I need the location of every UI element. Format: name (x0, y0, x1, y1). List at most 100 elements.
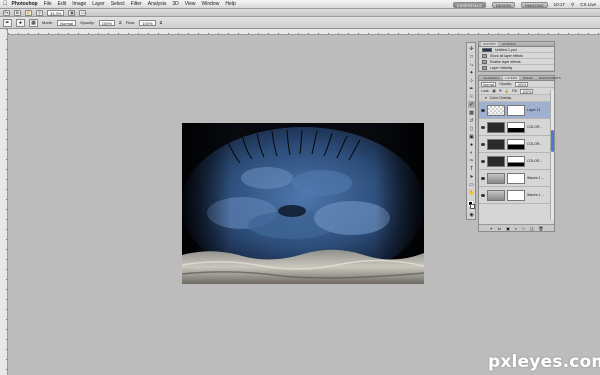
dodge-tool-icon[interactable]: ◐ (468, 149, 475, 156)
layers-scrollbar[interactable] (550, 90, 554, 220)
layer-row[interactable]: COLOR... (479, 119, 554, 136)
clone-stamp-tool-icon[interactable]: ▩ (468, 109, 475, 116)
link-layers-icon[interactable]: ⚭ (490, 226, 493, 231)
group-disclosure-icon[interactable]: ▾ (485, 96, 487, 100)
history-brush-tool-icon[interactable]: ↺ (468, 117, 475, 124)
apple-menu-icon[interactable]:  (3, 1, 8, 7)
move-tool-icon[interactable]: ✣ (468, 45, 475, 52)
new-group-icon[interactable]: □ (522, 226, 524, 231)
visibility-eye-icon[interactable] (481, 125, 485, 129)
opacity-label: Opacity: (80, 20, 95, 25)
zoom-view-icon[interactable]: ⚲ (36, 9, 43, 16)
layer-row[interactable]: Layer 11 (479, 102, 554, 119)
search-icon[interactable]: ⚲ (571, 2, 574, 8)
workspace-essentials-button[interactable]: ESSENTIALS (453, 1, 486, 8)
marquee-tool-icon[interactable]: □ (468, 53, 475, 60)
visibility-eye-icon[interactable] (481, 159, 485, 163)
lock-all-icon[interactable]: 🔒 (505, 89, 509, 93)
adjustment-layer-icon[interactable]: ◐ (515, 226, 517, 231)
brush-tool-icon[interactable]: ✐ (468, 101, 475, 108)
eyedropper-tool-icon[interactable]: ✒ (468, 85, 475, 92)
airbrush-icon[interactable]: ⧖ (160, 20, 163, 25)
layer-thumbnail (487, 155, 505, 167)
crop-tool-icon[interactable]: ⊹ (468, 77, 475, 84)
menu-file[interactable]: File (44, 1, 52, 7)
brush-size-icon[interactable]: ● (16, 18, 25, 27)
brush-tool-preset-icon[interactable]: ✒ (3, 18, 12, 27)
tab-layers[interactable]: LAYERS (503, 76, 519, 80)
quick-selection-tool-icon[interactable]: ✦ (468, 69, 475, 76)
quick-mask-icon[interactable]: ◉ (468, 211, 475, 218)
background-color-swatch[interactable] (470, 204, 475, 209)
menu-analysis[interactable]: Analysis (148, 1, 167, 7)
layer-row[interactable]: COLOR... (479, 153, 554, 170)
pen-tool-icon[interactable]: ✑ (468, 157, 475, 164)
fill-field[interactable]: 100% (520, 88, 534, 94)
zoom-level[interactable]: 33.3% (47, 9, 65, 16)
shape-tool-icon[interactable]: ▭ (468, 181, 475, 188)
menu-filter[interactable]: Filter (131, 1, 142, 7)
mode-select[interactable]: Normal (57, 19, 77, 26)
eraser-tool-icon[interactable]: ▯ (468, 125, 475, 132)
blur-tool-icon[interactable]: ● (468, 141, 475, 148)
menu-layer[interactable]: Layer (92, 1, 105, 7)
add-mask-icon[interactable]: ▣ (506, 226, 510, 231)
visibility-eye-icon[interactable] (481, 176, 485, 180)
pressure-opacity-icon[interactable]: ⧖ (119, 20, 122, 25)
menubar-right: ESSENTIALS DESIGN PAINTING 10:17 ⚲ CS Li… (453, 0, 596, 9)
menu-3d[interactable]: 3D (172, 1, 178, 7)
layer-row[interactable]: Waves 1 ... (479, 187, 554, 204)
menu-edit[interactable]: Edit (58, 1, 67, 7)
cs-live-button[interactable]: CS Live (580, 2, 596, 7)
layer-style-icon[interactable]: fx (498, 226, 501, 231)
layer-row[interactable]: Waves 1 ... (479, 170, 554, 187)
group-name: Color Overlay (489, 96, 512, 100)
layers-lock-controls: Lock: ▦ ✣ 🔒 Fill: 100% (479, 88, 554, 95)
brush-panel-icon[interactable]: ▦ (29, 18, 38, 27)
new-layer-icon[interactable]: ❏ (530, 226, 534, 231)
healing-brush-tool-icon[interactable]: ☉ (468, 93, 475, 100)
lasso-tool-icon[interactable]: ⤷ (468, 61, 475, 68)
type-tool-icon[interactable]: T (468, 165, 475, 172)
menu-view[interactable]: View (185, 1, 196, 7)
hand-view-icon[interactable]: ✋ (25, 9, 32, 16)
blend-mode-select[interactable]: Normal (481, 81, 497, 87)
document-canvas[interactable] (182, 123, 424, 284)
layer-mask-thumbnail (507, 172, 525, 184)
gradient-tool-icon[interactable]: ▣ (468, 133, 475, 140)
layer-opacity-field[interactable]: 100% (515, 81, 529, 87)
menu-select[interactable]: Select (111, 1, 125, 7)
lock-position-icon[interactable]: ✣ (499, 89, 502, 93)
tab-channels[interactable]: CHANNELS (481, 76, 501, 80)
tab-paths[interactable]: PATHS (521, 76, 535, 80)
layer-row[interactable]: COLOR... (479, 136, 554, 153)
screen-mode-icon[interactable]: ▭ (79, 9, 87, 16)
arrange-documents-icon[interactable]: ▦ (68, 9, 76, 16)
tab-actions[interactable]: ACTIONS (500, 42, 517, 46)
menu-image[interactable]: Image (72, 1, 86, 7)
visibility-eye-icon[interactable] (481, 108, 485, 112)
menu-help[interactable]: Help (225, 1, 235, 7)
layer-group-row[interactable]: ▾ Color Overlay (479, 95, 554, 102)
application-bar: Ps Br ✋ ⚲ 33.3% ▦ ▭ (0, 9, 600, 17)
layer-thumbnail (487, 121, 505, 133)
path-selection-tool-icon[interactable]: ➤ (468, 173, 475, 180)
visibility-eye-icon[interactable] (481, 142, 485, 146)
workspace-design-button[interactable]: DESIGN (491, 1, 516, 8)
flow-label: Flow: (125, 20, 136, 25)
tab-adjustments[interactable]: ADJUSTMENTS (537, 76, 563, 80)
menu-window[interactable]: Window (202, 1, 220, 7)
menu-app-name[interactable]: Photoshop (12, 1, 38, 7)
workspace-painting-button[interactable]: PAINTING (521, 1, 548, 8)
bridge-icon[interactable]: Br (14, 9, 21, 16)
layers-scroll-thumb[interactable] (551, 130, 554, 152)
opacity-field[interactable]: 100% (98, 19, 115, 26)
lock-pixels-icon[interactable]: ▦ (492, 89, 495, 93)
visibility-eye-icon[interactable] (481, 193, 485, 197)
history-step[interactable]: Layer Visibility (479, 65, 554, 71)
tab-history[interactable]: HISTORY (481, 42, 499, 46)
mode-label: Mode: (42, 20, 54, 25)
flow-field[interactable]: 100% (139, 19, 156, 26)
delete-layer-icon[interactable]: 🗑 (538, 226, 543, 231)
hand-tool-icon[interactable]: ✋ (468, 189, 475, 196)
